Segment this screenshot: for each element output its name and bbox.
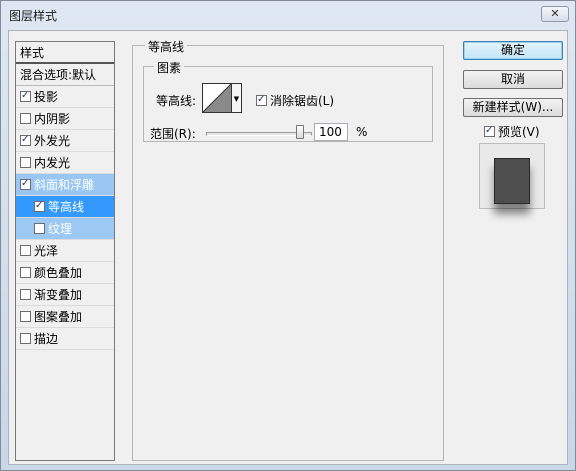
style-item-label: 光泽 [34, 244, 59, 258]
preview-option[interactable]: 预览(V) [484, 123, 540, 140]
style-item-label: 混合选项:默认 [20, 68, 97, 82]
inner-glow-checkbox[interactable] [20, 157, 31, 168]
antialias-label: 消除锯齿(L) [270, 94, 335, 108]
style-item-label: 斜面和浮雕 [34, 178, 95, 192]
style-preview [479, 143, 545, 209]
style-item-drop-shadow[interactable]: 投影 [16, 86, 114, 108]
style-item-label: 图案叠加 [34, 310, 83, 324]
preview-checkbox[interactable] [484, 126, 495, 137]
style-item-label: 纹理 [48, 222, 73, 236]
style-item-stroke[interactable]: 描边 [16, 328, 114, 350]
style-item-inner-shadow[interactable]: 内阴影 [16, 108, 114, 130]
style-item-gradient-overlay[interactable]: 渐变叠加 [16, 284, 114, 306]
close-icon: ✕ [550, 7, 560, 20]
contour-panel: 等高线 图素 等高线: ▼ 消除锯齿(L) 范围(R): [132, 38, 444, 461]
style-item-label: 内阴影 [34, 112, 71, 126]
inner-shadow-checkbox[interactable] [20, 113, 31, 124]
range-label: 范围(R): [150, 127, 196, 141]
range-slider-thumb[interactable] [296, 125, 304, 139]
ok-button[interactable]: 确定 [463, 41, 563, 60]
style-item-label: 外发光 [34, 134, 71, 148]
contour-curve-icon [202, 83, 232, 113]
antialias-option[interactable]: 消除锯齿(L) [256, 92, 334, 109]
new-style-button[interactable]: 新建样式(W)... [463, 98, 563, 117]
layer-style-dialog: 图层样式 ✕ 样式 混合选项:默认 投影 内阴影 外发光 内发光 斜面和浮雕 等… [0, 0, 576, 471]
style-item-label: 等高线 [48, 200, 85, 214]
style-item-label: 渐变叠加 [34, 288, 83, 302]
style-item-color-overlay[interactable]: 颜色叠加 [16, 262, 114, 284]
style-item-label: 描边 [34, 332, 59, 346]
contour-dropdown-button[interactable]: ▼ [232, 83, 242, 113]
color-overlay-checkbox[interactable] [20, 267, 31, 278]
stroke-checkbox[interactable] [20, 333, 31, 344]
range-input[interactable]: 100 [314, 123, 348, 141]
style-item-pattern-overlay[interactable]: 图案叠加 [16, 306, 114, 328]
satin-checkbox[interactable] [20, 245, 31, 256]
gradient-overlay-checkbox[interactable] [20, 289, 31, 300]
close-button[interactable]: ✕ [541, 6, 569, 22]
outer-glow-checkbox[interactable] [20, 135, 31, 146]
style-item-satin[interactable]: 光泽 [16, 240, 114, 262]
style-item-label: 投影 [34, 90, 59, 104]
contour-label: 等高线: [156, 94, 197, 108]
elements-group: 图素 等高线: ▼ 消除锯齿(L) 范围(R): [143, 59, 433, 143]
style-list: 样式 混合选项:默认 投影 内阴影 外发光 内发光 斜面和浮雕 等高线 纹理 光… [15, 41, 115, 461]
style-item-bevel-emboss[interactable]: 斜面和浮雕 [16, 174, 114, 196]
style-item-contour[interactable]: 等高线 [16, 196, 114, 218]
group-title: 图素 [154, 59, 185, 76]
style-item-texture[interactable]: 纹理 [16, 218, 114, 240]
preview-thumbnail [494, 158, 530, 204]
style-item-outer-glow[interactable]: 外发光 [16, 130, 114, 152]
contour-preview-swatch[interactable] [202, 83, 232, 113]
title-bar: 图层样式 ✕ [1, 1, 575, 27]
style-list-header[interactable]: 样式 [16, 42, 114, 64]
texture-checkbox[interactable] [34, 223, 45, 234]
dropdown-arrow-icon: ▼ [233, 95, 240, 103]
style-item-inner-glow[interactable]: 内发光 [16, 152, 114, 174]
style-item-blending-options[interactable]: 混合选项:默认 [16, 64, 114, 86]
range-unit: % [356, 125, 368, 139]
panel-title: 等高线 [145, 38, 188, 55]
bevel-emboss-checkbox[interactable] [20, 179, 31, 190]
contour-checkbox[interactable] [34, 201, 45, 212]
drop-shadow-checkbox[interactable] [20, 91, 31, 102]
style-item-label: 颜色叠加 [34, 266, 83, 280]
antialias-checkbox[interactable] [256, 95, 267, 106]
cancel-button[interactable]: 取消 [463, 70, 563, 89]
range-row: 范围(R): 100 % [150, 123, 430, 143]
preview-label: 预览(V) [498, 125, 540, 139]
pattern-overlay-checkbox[interactable] [20, 311, 31, 322]
dialog-client-area: 样式 混合选项:默认 投影 内阴影 外发光 内发光 斜面和浮雕 等高线 纹理 光… [8, 30, 568, 465]
window-title: 图层样式 [9, 9, 58, 23]
style-item-label: 内发光 [34, 156, 71, 170]
